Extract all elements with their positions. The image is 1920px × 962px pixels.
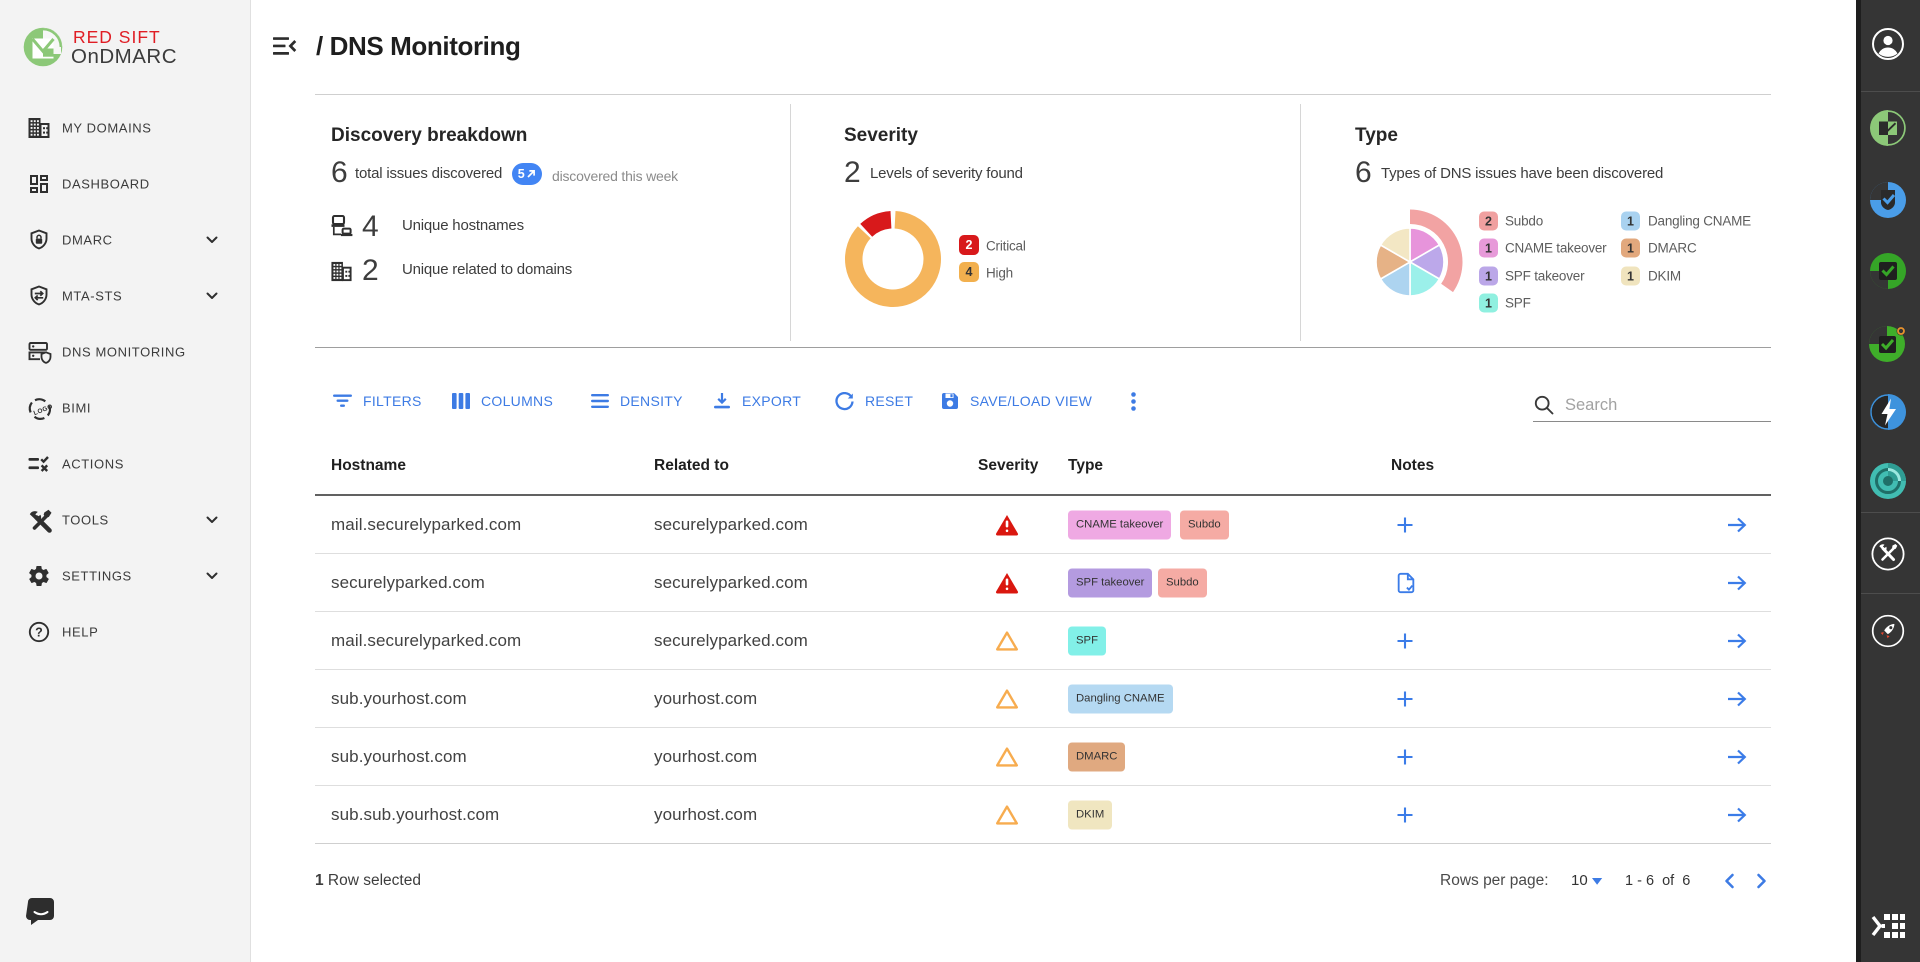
- svg-text:LOGO: LOGO: [33, 403, 53, 417]
- svg-text:?: ?: [35, 625, 43, 639]
